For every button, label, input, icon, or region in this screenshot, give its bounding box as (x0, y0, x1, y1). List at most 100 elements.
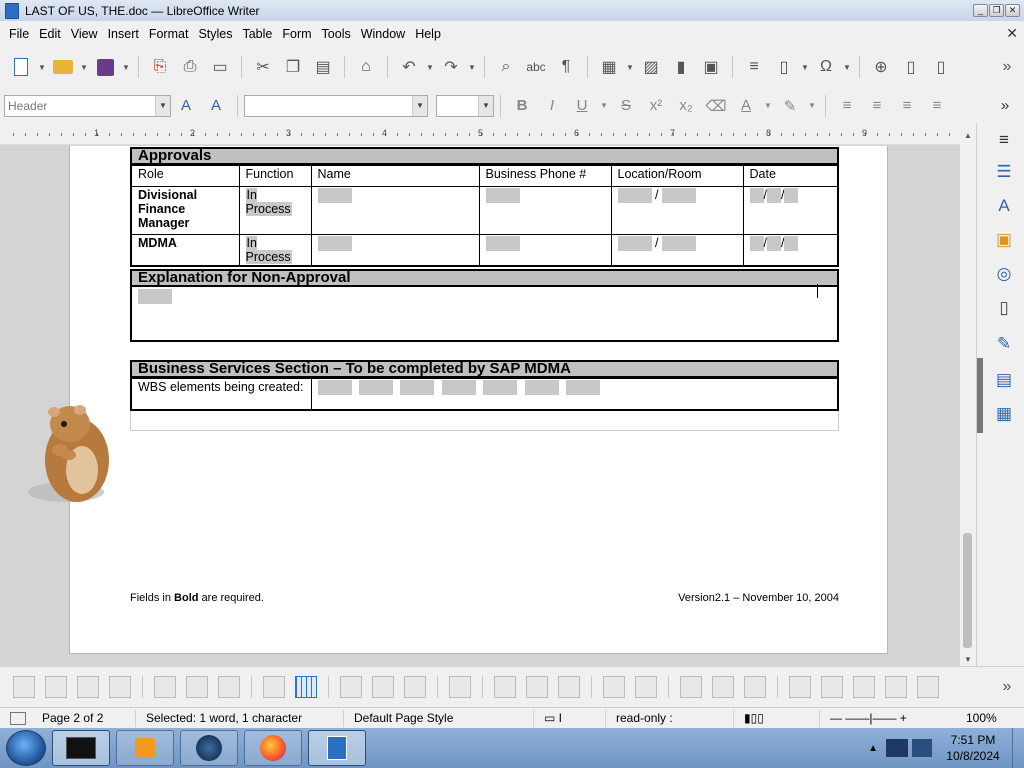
date-day-field[interactable] (766, 236, 781, 252)
insert-table-icon[interactable]: ▦ (598, 56, 620, 78)
taskbar-app-media-player[interactable] (116, 730, 174, 766)
more-format-chevron-icon[interactable]: » (992, 95, 1018, 117)
cell-background-icon[interactable] (603, 676, 625, 698)
chevron-down-icon[interactable]: ▼ (478, 95, 493, 116)
delete-table-icon[interactable] (218, 676, 240, 698)
borders-icon[interactable] (680, 676, 702, 698)
name-form-field[interactable] (317, 188, 352, 204)
location-form-field[interactable] (617, 236, 652, 252)
date-year-field[interactable] (784, 188, 799, 204)
export-pdf-icon[interactable]: ⎘ (149, 56, 171, 78)
wbs-form-field[interactable] (441, 380, 476, 396)
start-button[interactable] (6, 730, 46, 766)
spelling-icon[interactable]: abc (525, 56, 547, 78)
network-icon[interactable] (912, 739, 932, 757)
show-desktop-button[interactable] (1012, 728, 1024, 768)
restore-button[interactable]: ❐ (989, 4, 1004, 17)
more-table-chevron-icon[interactable]: » (996, 676, 1018, 698)
menu-edit[interactable]: Edit (34, 27, 66, 41)
clone-formatting-icon[interactable]: ⌂ (355, 56, 377, 78)
paste-icon[interactable]: ▤ (312, 56, 334, 78)
select-table-icon[interactable] (295, 676, 317, 698)
menu-help[interactable]: Help (410, 27, 446, 41)
wbs-form-field[interactable] (566, 380, 601, 396)
open-dropdown-icon[interactable]: ▼ (79, 56, 89, 78)
menu-insert[interactable]: Insert (103, 27, 144, 41)
navigator-icon[interactable]: ◎ (993, 263, 1015, 285)
phone-cell[interactable] (478, 186, 612, 235)
document-area[interactable]: Approvals Role Function Name Business Ph… (0, 146, 960, 666)
properties-icon[interactable]: ☰ (993, 161, 1015, 183)
function-value[interactable]: In Process (245, 188, 292, 216)
location-cell[interactable]: / (610, 234, 744, 267)
border-style-icon[interactable] (712, 676, 734, 698)
copy-icon[interactable]: ❐ (282, 56, 304, 78)
subscript-icon[interactable]: x₂ (673, 95, 699, 117)
clock[interactable]: 7:51 PM 10/8/2024 (938, 732, 1008, 764)
split-cells-icon[interactable] (372, 676, 394, 698)
styles-icon[interactable]: A (993, 195, 1015, 217)
menu-window[interactable]: Window (356, 27, 410, 41)
field-dropdown-icon[interactable]: ▼ (800, 56, 810, 78)
align-left-icon[interactable]: ≡ (834, 95, 860, 117)
document-page[interactable]: Approvals Role Function Name Business Ph… (69, 146, 888, 654)
location-form-field[interactable] (617, 188, 652, 204)
find-replace-icon[interactable]: ⌕ (495, 56, 517, 78)
scroll-thumb[interactable] (963, 533, 972, 648)
menu-styles[interactable]: Styles (193, 27, 237, 41)
undo-icon[interactable]: ↶ (398, 56, 420, 78)
font-size-combo[interactable]: ▼ (436, 94, 494, 117)
hamster-pet-image[interactable] (22, 400, 114, 510)
taskbar-app-firefox[interactable] (244, 730, 302, 766)
special-char-dropdown-icon[interactable]: ▼ (842, 56, 852, 78)
decimal-format-icon[interactable] (853, 676, 875, 698)
insert-image-icon[interactable]: ▨ (640, 56, 662, 78)
sidebar-menu-icon[interactable]: ≡ (993, 129, 1015, 151)
tray-expand-icon[interactable]: ▲ (868, 743, 878, 754)
tray-app-icon[interactable] (886, 739, 908, 757)
font-color-icon[interactable]: A (733, 95, 759, 117)
italic-icon[interactable]: I (539, 95, 565, 117)
bold-icon[interactable]: B (509, 95, 535, 117)
menu-table[interactable]: Table (237, 27, 277, 41)
menu-view[interactable]: View (66, 27, 103, 41)
font-color-dropdown-icon[interactable]: ▼ (763, 95, 773, 117)
table-dropdown-icon[interactable]: ▼ (625, 56, 635, 78)
phone-cell[interactable] (478, 234, 612, 267)
function-value[interactable]: In Process (245, 236, 292, 264)
delete-rows-icon[interactable] (154, 676, 176, 698)
hyperlink-icon[interactable]: ⊕ (870, 56, 892, 78)
update-style-icon[interactable]: A (173, 95, 199, 117)
table-properties-icon[interactable] (885, 676, 907, 698)
menu-format[interactable]: Format (144, 27, 194, 41)
save-icon[interactable] (94, 56, 116, 78)
name-cell[interactable] (310, 186, 480, 235)
highlight-icon[interactable]: ✎ (777, 95, 803, 117)
sidebar-grip[interactable] (977, 358, 983, 433)
table-cell-icon[interactable] (109, 676, 131, 698)
table-cell-icon[interactable] (45, 676, 67, 698)
endnote-icon[interactable]: ▯ (930, 56, 952, 78)
insert-field-icon[interactable]: ▯ (773, 56, 795, 78)
special-character-icon[interactable]: Ω (815, 56, 837, 78)
wbs-values-cell[interactable] (310, 378, 839, 410)
print-icon[interactable]: ⎙ (179, 56, 201, 78)
taskbar-app-blue-globe[interactable] (180, 730, 238, 766)
taskbar-app-libreoffice-writer[interactable] (308, 730, 366, 766)
word-count[interactable]: Selected: 1 word, 1 character (136, 709, 344, 727)
date-year-field[interactable] (784, 236, 799, 252)
cut-icon[interactable]: ✂ (252, 56, 274, 78)
optimize-size-icon[interactable] (449, 676, 471, 698)
align-center-icon[interactable]: ≡ (864, 95, 890, 117)
room-form-field[interactable] (661, 236, 696, 252)
open-folder-icon[interactable] (52, 56, 74, 78)
design-icon[interactable]: ▦ (993, 403, 1015, 425)
autoformat-icon[interactable] (635, 676, 657, 698)
zoom-level[interactable]: 100% (956, 710, 1007, 727)
wbs-form-field[interactable] (358, 380, 393, 396)
insert-textbox-icon[interactable]: ▣ (700, 56, 722, 78)
vertical-scrollbar[interactable]: ▲ ▼ (960, 128, 976, 666)
room-form-field[interactable] (661, 188, 696, 204)
superscript-icon[interactable]: x² (643, 95, 669, 117)
chevron-down-icon[interactable]: ▼ (155, 95, 170, 116)
